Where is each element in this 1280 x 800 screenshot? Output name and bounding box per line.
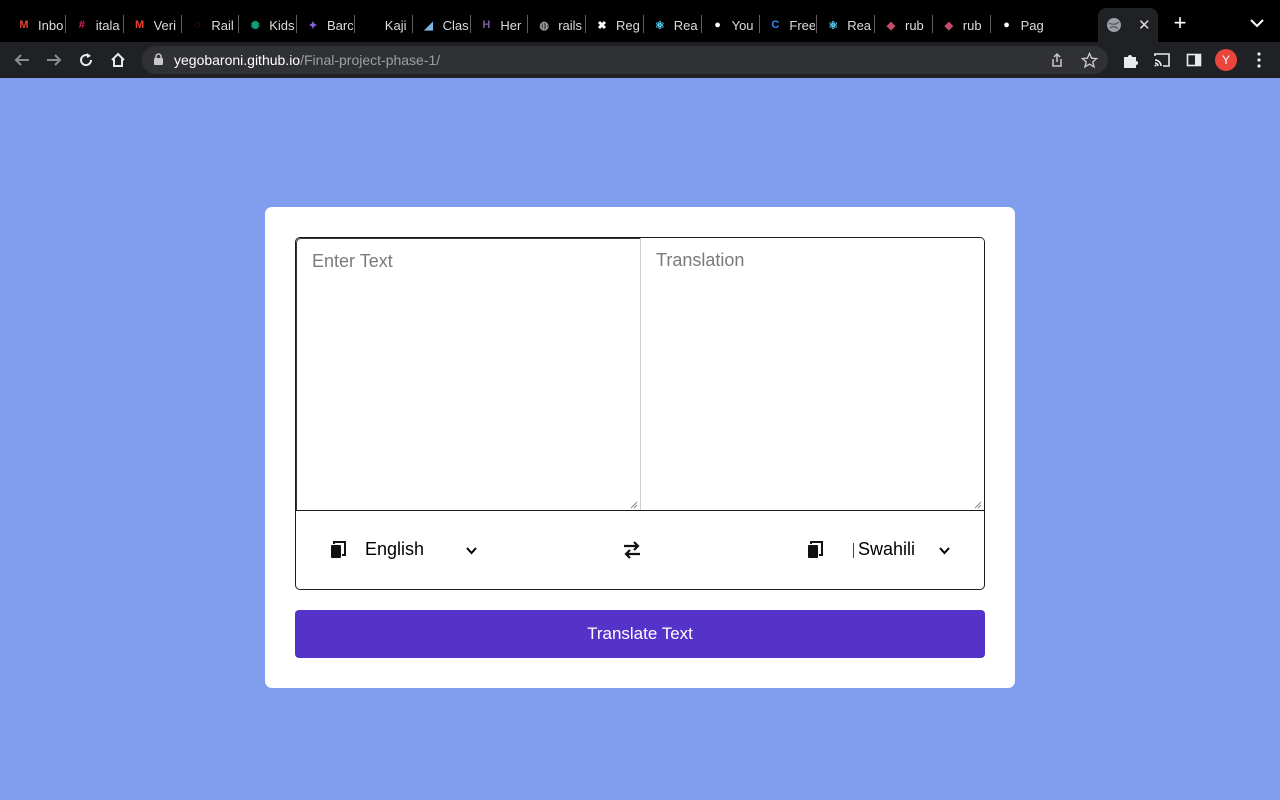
browser-tab[interactable]: ✺ Kids [239, 8, 295, 42]
resize-handle-icon[interactable] [974, 501, 982, 509]
copy-translation-icon[interactable] [807, 541, 823, 559]
tab-label: Reg [616, 17, 640, 33]
blank-icon [363, 17, 379, 33]
tab-label: Barc [327, 17, 353, 33]
react-icon: ⚛ [828, 19, 839, 32]
chevron-down-icon [939, 539, 950, 560]
heroku-icon: H [482, 19, 491, 31]
url-text: yegobaroni.github.io/Final-project-phase… [174, 52, 440, 68]
source-language-select[interactable]: English [365, 539, 477, 560]
globe-icon: ◍ [539, 19, 549, 32]
tab-label: Pag [1020, 17, 1044, 33]
tab-label: Kaji [384, 17, 407, 33]
text-cursor [853, 543, 854, 558]
text-wrapper: English Swahili [295, 237, 985, 590]
target-language-value: Swahili [858, 539, 916, 559]
globe-icon [1106, 17, 1122, 33]
tab-label: Inbo [38, 17, 64, 33]
gmail-icon: M [135, 19, 145, 31]
tab-label: You [731, 17, 754, 33]
chevron-down-icon [466, 539, 477, 560]
resize-handle-icon[interactable] [630, 501, 638, 509]
tab-label: Rea [847, 17, 872, 33]
browser-tab[interactable]: M Inbo [8, 8, 64, 42]
tab-search-chevron-icon[interactable] [1248, 14, 1266, 32]
slack-icon: # [78, 19, 85, 31]
browser-tab[interactable]: ◌ Rail [181, 8, 237, 42]
tab-label: rub [905, 17, 924, 33]
side-panel-icon[interactable] [1182, 48, 1206, 72]
bookmark-star-icon[interactable] [1080, 51, 1098, 69]
home-icon[interactable] [106, 48, 130, 72]
swap-languages-icon[interactable] [622, 541, 642, 559]
tab-label: rails [558, 17, 583, 33]
browser-tab[interactable]: C Free [759, 8, 815, 42]
url-host: yegobaroni.github.io [174, 52, 301, 68]
freecodecamp-icon: C [771, 19, 780, 31]
browser-tab[interactable]: ◍ rails [528, 8, 584, 42]
tab-label: rub [962, 17, 982, 33]
tab-label: Veri [153, 17, 176, 33]
ruby-icon: ◆ [944, 19, 954, 32]
browser-tab[interactable]: ✖ Reg [586, 8, 642, 42]
cast-icon[interactable] [1150, 48, 1174, 72]
ruby-icon: ◆ [886, 19, 896, 32]
browser-tab[interactable]: ● You [702, 8, 758, 42]
tab-label: Free [789, 17, 816, 33]
rails-icon: ◌ [194, 19, 201, 31]
source-language-value: English [365, 539, 425, 559]
extensions-puzzle-icon[interactable] [1118, 48, 1142, 72]
address-bar[interactable]: yegobaroni.github.io/Final-project-phase… [142, 46, 1108, 74]
tab-label: Clas [442, 17, 469, 33]
bard-icon: ✦ [308, 19, 318, 32]
browser-tab[interactable]: ⚛ Rea [644, 8, 700, 42]
browser-menu-icon[interactable] [1247, 48, 1271, 72]
tab-label: itala [95, 17, 120, 33]
profile-avatar[interactable]: Y [1215, 49, 1237, 71]
share-icon[interactable] [1048, 51, 1066, 69]
browser-tab[interactable]: ◢ Clas [413, 8, 469, 42]
regex-icon: ✖ [597, 19, 607, 32]
github-icon: ● [1003, 19, 1010, 31]
github-icon: ● [714, 19, 721, 31]
reload-icon[interactable] [74, 48, 98, 72]
browser-tab[interactable]: ◆ rub [875, 8, 931, 42]
new-tab-button[interactable]: + [1168, 12, 1192, 36]
openai-icon: ✺ [250, 19, 260, 32]
tab-label: Rail [211, 17, 234, 33]
translate-button[interactable]: Translate Text [295, 610, 985, 658]
browser-tab[interactable]: ⚛ Rea [817, 8, 873, 42]
classroom-icon: ◢ [424, 19, 433, 32]
lock-icon[interactable] [153, 53, 164, 71]
tab-label: Kids [269, 17, 295, 33]
forward-arrow-icon[interactable] [42, 48, 66, 72]
browser-tab[interactable]: Kaji [355, 8, 411, 42]
copy-source-icon[interactable] [330, 541, 346, 559]
translator-card: English Swahili Translate Text [265, 207, 1015, 688]
browser-tab[interactable]: ◆ rub [933, 8, 989, 42]
url-path: /Final-project-phase-1/ [300, 52, 441, 68]
browser-tab[interactable]: ✦ Barc [297, 8, 353, 42]
browser-tab[interactable]: M Veri [124, 8, 180, 42]
browser-tab[interactable]: # itala [66, 8, 122, 42]
translation-output[interactable] [640, 238, 984, 511]
target-language-select[interactable]: Swahili [858, 539, 950, 560]
tab-label: Her [500, 17, 522, 33]
tab-label: Rea [673, 17, 698, 33]
browser-tab[interactable]: H Her [470, 8, 526, 42]
close-tab-icon[interactable]: ✕ [1138, 16, 1151, 34]
browser-tab[interactable]: ● Pag [991, 8, 1047, 42]
tab-active[interactable]: ✕ [1098, 8, 1158, 42]
browser-toolbar: yegobaroni.github.io/Final-project-phase… [0, 42, 1280, 78]
gmail-icon: M [19, 19, 29, 31]
browser-tab-strip: M Inbo # itala M Veri ◌ Rail ✺ Kids ✦ Barc Kaji ◢ Clas… [0, 0, 1280, 42]
language-controls: English Swahili [296, 510, 984, 589]
source-text-input[interactable] [296, 238, 641, 511]
react-icon: ⚛ [654, 19, 665, 32]
back-arrow-icon[interactable] [10, 48, 34, 72]
